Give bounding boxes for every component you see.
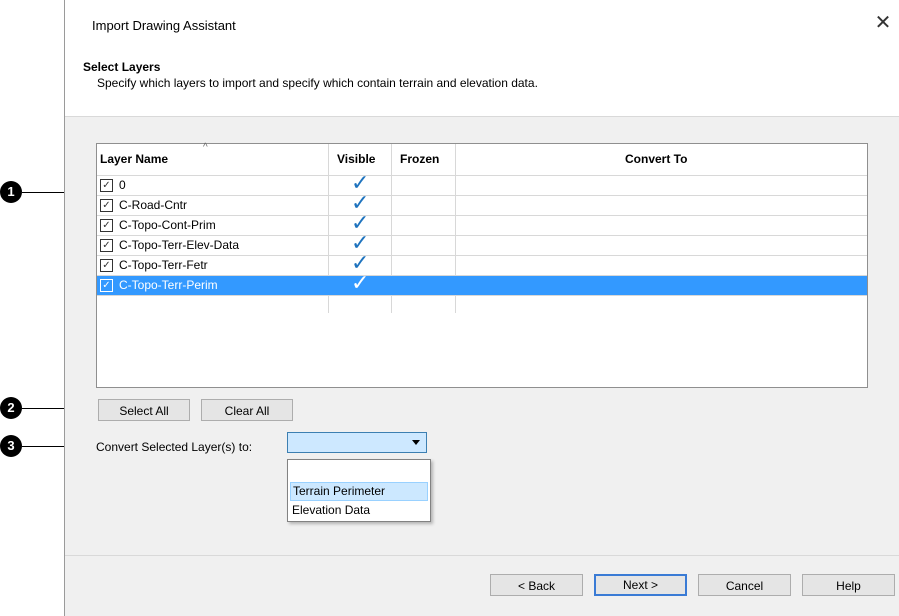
footer-divider: [65, 555, 899, 556]
callout-2: 2: [0, 397, 22, 419]
table-row[interactable]: ✓ 0 ✓: [97, 172, 867, 195]
select-all-button[interactable]: Select All: [98, 399, 190, 421]
close-button[interactable]: ✕: [872, 12, 894, 34]
sort-up-icon: ^: [203, 142, 208, 153]
layer-name: C-Topo-Terr-Perim: [119, 278, 218, 292]
layer-checkbox[interactable]: ✓: [100, 279, 113, 292]
table-row[interactable]: ✓ C-Road-Cntr ✓: [97, 192, 867, 215]
layer-checkbox[interactable]: ✓: [100, 179, 113, 192]
page-header: Select Layers Specify which layers to im…: [65, 55, 899, 117]
column-header-convert-to[interactable]: Convert To: [625, 152, 687, 166]
visible-check-icon[interactable]: ✓: [351, 272, 369, 294]
convert-label: Convert Selected Layer(s) to:: [96, 440, 253, 454]
cancel-button[interactable]: Cancel: [698, 574, 791, 596]
callout-3: 3: [0, 435, 22, 457]
dialog-title: Import Drawing Assistant: [92, 18, 236, 33]
dropdown-option-terrain-perimeter[interactable]: Terrain Perimeter: [290, 482, 428, 501]
table-row[interactable]: ✓ C-Topo-Terr-Elev-Data ✓: [97, 232, 867, 255]
callout-2-leader: [22, 408, 66, 409]
layer-checkbox[interactable]: ✓: [100, 259, 113, 272]
close-icon: ✕: [874, 12, 892, 34]
layer-name: C-Topo-Cont-Prim: [119, 218, 216, 232]
page-subtitle: Specify which layers to import and speci…: [97, 76, 538, 90]
dropdown-option-empty[interactable]: [290, 461, 428, 480]
title-bar: Import Drawing Assistant ✕: [65, 0, 899, 55]
next-button[interactable]: Next >: [594, 574, 687, 596]
import-drawing-dialog: Import Drawing Assistant ✕ Select Layers…: [64, 0, 899, 616]
chevron-down-icon[interactable]: [412, 440, 420, 445]
callout-3-leader: [22, 446, 66, 447]
convert-select[interactable]: [287, 432, 427, 453]
clear-all-button[interactable]: Clear All: [201, 399, 293, 421]
dropdown-option-elevation-data[interactable]: Elevation Data: [290, 501, 428, 520]
layer-checkbox[interactable]: ✓: [100, 199, 113, 212]
back-button[interactable]: < Back: [490, 574, 583, 596]
layer-name: C-Topo-Terr-Elev-Data: [119, 238, 240, 252]
layer-name: C-Topo-Terr-Fetr: [119, 258, 208, 272]
layers-table[interactable]: ^ Layer Name Visible Frozen Convert To ✓…: [96, 142, 868, 388]
layer-name: C-Road-Cntr: [119, 198, 188, 212]
layer-name: 0: [119, 178, 126, 192]
callout-1-leader: [22, 192, 66, 193]
table-row-end: [97, 295, 867, 296]
table-row[interactable]: ✓ C-Topo-Terr-Fetr ✓: [97, 252, 867, 275]
convert-dropdown-list: Terrain Perimeter Elevation Data: [287, 459, 431, 522]
table-row[interactable]: ✓ C-Topo-Cont-Prim ✓: [97, 212, 867, 235]
table-header: ^ Layer Name Visible Frozen Convert To: [97, 142, 867, 168]
callout-1: 1: [0, 181, 22, 203]
table-row-selected[interactable]: ✓ C-Topo-Terr-Perim ✓: [97, 272, 867, 296]
column-header-layer-name[interactable]: Layer Name: [100, 152, 168, 166]
help-button[interactable]: Help: [802, 574, 895, 596]
layer-checkbox[interactable]: ✓: [100, 219, 113, 232]
layer-checkbox[interactable]: ✓: [100, 239, 113, 252]
column-header-visible[interactable]: Visible: [337, 152, 375, 166]
page-title: Select Layers: [83, 60, 161, 74]
column-header-frozen[interactable]: Frozen: [400, 152, 439, 166]
